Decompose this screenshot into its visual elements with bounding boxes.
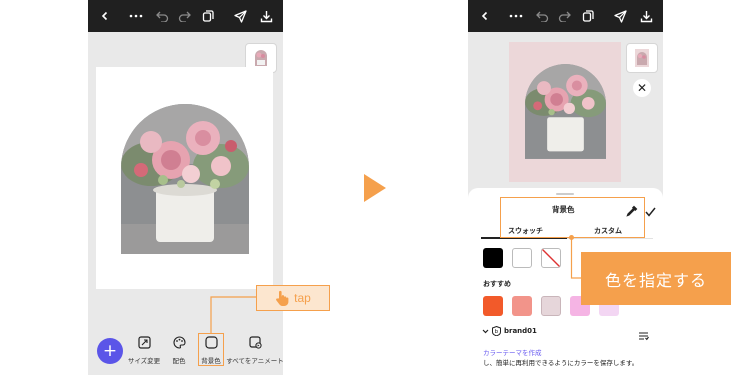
callout-text: 色を指定する xyxy=(604,270,707,290)
tool-resize[interactable]: サイズ変更 xyxy=(124,336,164,365)
redo-icon[interactable] xyxy=(172,0,196,32)
flower-photo[interactable] xyxy=(121,104,249,258)
tool-label: 背景色 xyxy=(201,357,221,365)
svg-text:b: b xyxy=(495,329,499,335)
more-icon[interactable] xyxy=(124,0,148,32)
create-theme-link[interactable]: カラーテーマを作成 xyxy=(483,347,542,357)
tool-label: すべてをアニメート xyxy=(226,357,283,365)
tool-animate-all[interactable]: すべてをアニメート xyxy=(226,336,283,365)
sheet-grabber[interactable] xyxy=(556,193,574,195)
back-icon[interactable] xyxy=(473,0,497,32)
close-icon[interactable]: ✕ xyxy=(633,79,651,97)
chevron-down-icon xyxy=(482,329,489,333)
plus-icon: + xyxy=(102,340,118,361)
more-icon[interactable] xyxy=(504,0,528,32)
add-element-button[interactable]: + xyxy=(97,338,123,364)
recommended-color-1[interactable] xyxy=(483,296,503,316)
hand-pointer-icon xyxy=(276,290,289,306)
page-thumbnail[interactable] xyxy=(626,43,658,73)
download-icon[interactable] xyxy=(254,0,278,32)
layers-icon[interactable] xyxy=(576,0,600,32)
recommended-color-3[interactable] xyxy=(541,296,561,316)
brand-logo-icon: b xyxy=(492,326,501,336)
tap-callout: tap xyxy=(256,285,330,311)
brand-name: brand01 xyxy=(504,327,537,335)
undo-icon[interactable] xyxy=(530,0,554,32)
share-icon[interactable] xyxy=(608,0,632,32)
redo-icon[interactable] xyxy=(552,0,576,32)
flower-photo[interactable] xyxy=(525,64,606,163)
share-icon[interactable] xyxy=(228,0,252,32)
recommended-label: おすすめ xyxy=(483,280,511,288)
right-phone-screen: ✕ 背景色 スウォッチ カスタム おすすめ b brand01 カラーテーマを作… xyxy=(468,0,663,375)
tap-label: tap xyxy=(294,291,311,305)
undo-icon[interactable] xyxy=(150,0,174,32)
resize-icon xyxy=(137,336,151,349)
download-icon[interactable] xyxy=(634,0,658,32)
swatch-white[interactable] xyxy=(512,248,532,268)
next-step-arrow-icon xyxy=(364,174,386,202)
brand-list-icon[interactable] xyxy=(638,326,649,345)
swatch-black[interactable] xyxy=(483,248,503,268)
tool-label: サイズ変更 xyxy=(127,357,161,365)
layers-icon[interactable] xyxy=(196,0,220,32)
top-toolbar xyxy=(88,0,283,32)
brand-row[interactable]: b brand01 xyxy=(482,326,537,336)
swatch-none[interactable] xyxy=(541,248,561,268)
confirm-check-icon[interactable] xyxy=(645,202,656,221)
specify-color-callout: 色を指定する xyxy=(581,252,731,305)
top-toolbar xyxy=(468,0,663,32)
header-highlight-box xyxy=(500,197,645,238)
recommended-color-2[interactable] xyxy=(512,296,532,316)
back-icon[interactable] xyxy=(93,0,117,32)
tool-background-color[interactable]: 背景色 xyxy=(191,336,231,365)
palette-icon xyxy=(173,336,186,349)
background-color-icon xyxy=(204,336,218,349)
helper-text: し、簡単に再利用できるようにカラーを保存します。 xyxy=(483,359,639,367)
animate-icon xyxy=(248,336,262,349)
tool-label: 配色 xyxy=(172,357,186,365)
